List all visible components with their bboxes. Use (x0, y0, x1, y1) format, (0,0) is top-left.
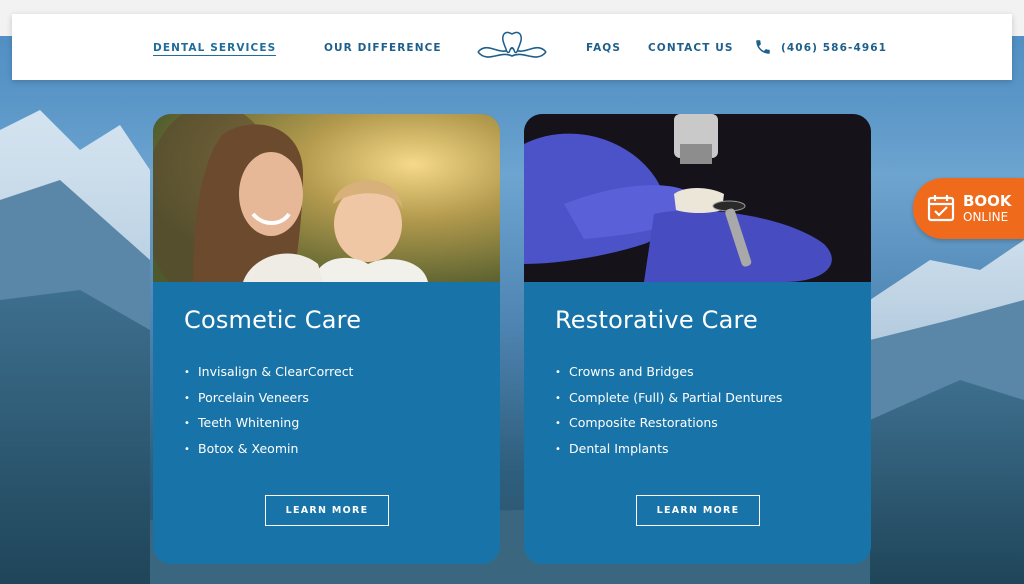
cosmetic-care-card: Cosmetic Care Invisalign & ClearCorrect … (153, 114, 500, 564)
mother-and-daughter-photo (153, 114, 500, 282)
service-list: Invisalign & ClearCorrect Porcelain Vene… (184, 364, 353, 467)
nav-faqs[interactable]: FAQS (586, 42, 621, 54)
online-label: ONLINE (963, 210, 1009, 224)
phone-icon (756, 40, 770, 54)
list-item[interactable]: Teeth Whitening (184, 415, 353, 441)
nav-our-difference[interactable]: OUR DIFFERENCE (324, 42, 442, 54)
card-title: Restorative Care (555, 306, 758, 334)
learn-more-button[interactable]: LEARN MORE (265, 495, 389, 526)
learn-more-button[interactable]: LEARN MORE (636, 495, 760, 526)
phone-number-link[interactable]: (406) 586-4961 (781, 42, 887, 54)
main-navigation: DENTAL SERVICES OUR DIFFERENCE FAQS CONT… (12, 14, 1012, 80)
list-item[interactable]: Invisalign & ClearCorrect (184, 364, 353, 390)
list-item[interactable]: Complete (Full) & Partial Dentures (555, 390, 782, 416)
dental-crown-polishing-photo (524, 114, 871, 282)
book-online-button[interactable]: BOOK ONLINE (913, 178, 1024, 239)
list-item[interactable]: Dental Implants (555, 441, 782, 467)
card-title: Cosmetic Care (184, 306, 362, 334)
book-label: BOOK (963, 192, 1012, 210)
calendar-check-icon (927, 195, 955, 222)
tooth-logo-icon[interactable] (474, 30, 550, 62)
service-list: Crowns and Bridges Complete (Full) & Par… (555, 364, 782, 467)
restorative-care-card: Restorative Care Crowns and Bridges Comp… (524, 114, 871, 564)
nav-dental-services[interactable]: DENTAL SERVICES (153, 42, 277, 56)
list-item[interactable]: Crowns and Bridges (555, 364, 782, 390)
nav-contact-us[interactable]: CONTACT US (648, 42, 734, 54)
list-item[interactable]: Composite Restorations (555, 415, 782, 441)
list-item[interactable]: Botox & Xeomin (184, 441, 353, 467)
list-item[interactable]: Porcelain Veneers (184, 390, 353, 416)
